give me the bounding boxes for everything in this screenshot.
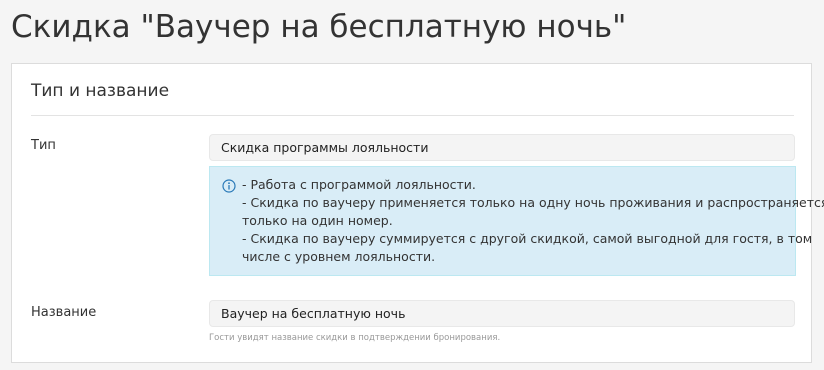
discount-form-panel: Тип и название Тип Скидка программы лоял… bbox=[11, 63, 824, 363]
info-line: - Скидка по ваучеру применяется только н… bbox=[242, 195, 824, 210]
name-label: Название bbox=[31, 305, 97, 320]
name-help-text: Гости увидят название скидки в подтвержд… bbox=[209, 333, 501, 343]
info-line: только на один номер. bbox=[242, 213, 393, 228]
type-field[interactable]: Скидка программы лояльности bbox=[209, 134, 795, 161]
info-line: числе с уровнем лояльности. bbox=[242, 249, 436, 264]
info-alert: - Работа с программой лояльности. - Скид… bbox=[209, 166, 824, 276]
name-field[interactable]: Ваучер на бесплатную ночь bbox=[209, 300, 795, 327]
section-title: Тип и название bbox=[31, 81, 170, 101]
section-header: Тип и название bbox=[31, 79, 794, 116]
info-line: - Работа с программой лояльности. bbox=[242, 177, 476, 192]
info-line: - Скидка по ваучеру суммируется с другой… bbox=[242, 231, 813, 246]
info-circle-icon bbox=[222, 179, 236, 193]
type-label: Тип bbox=[31, 138, 56, 153]
page-title: Скидка "Ваучер на бесплатную ночь" bbox=[11, 9, 627, 45]
